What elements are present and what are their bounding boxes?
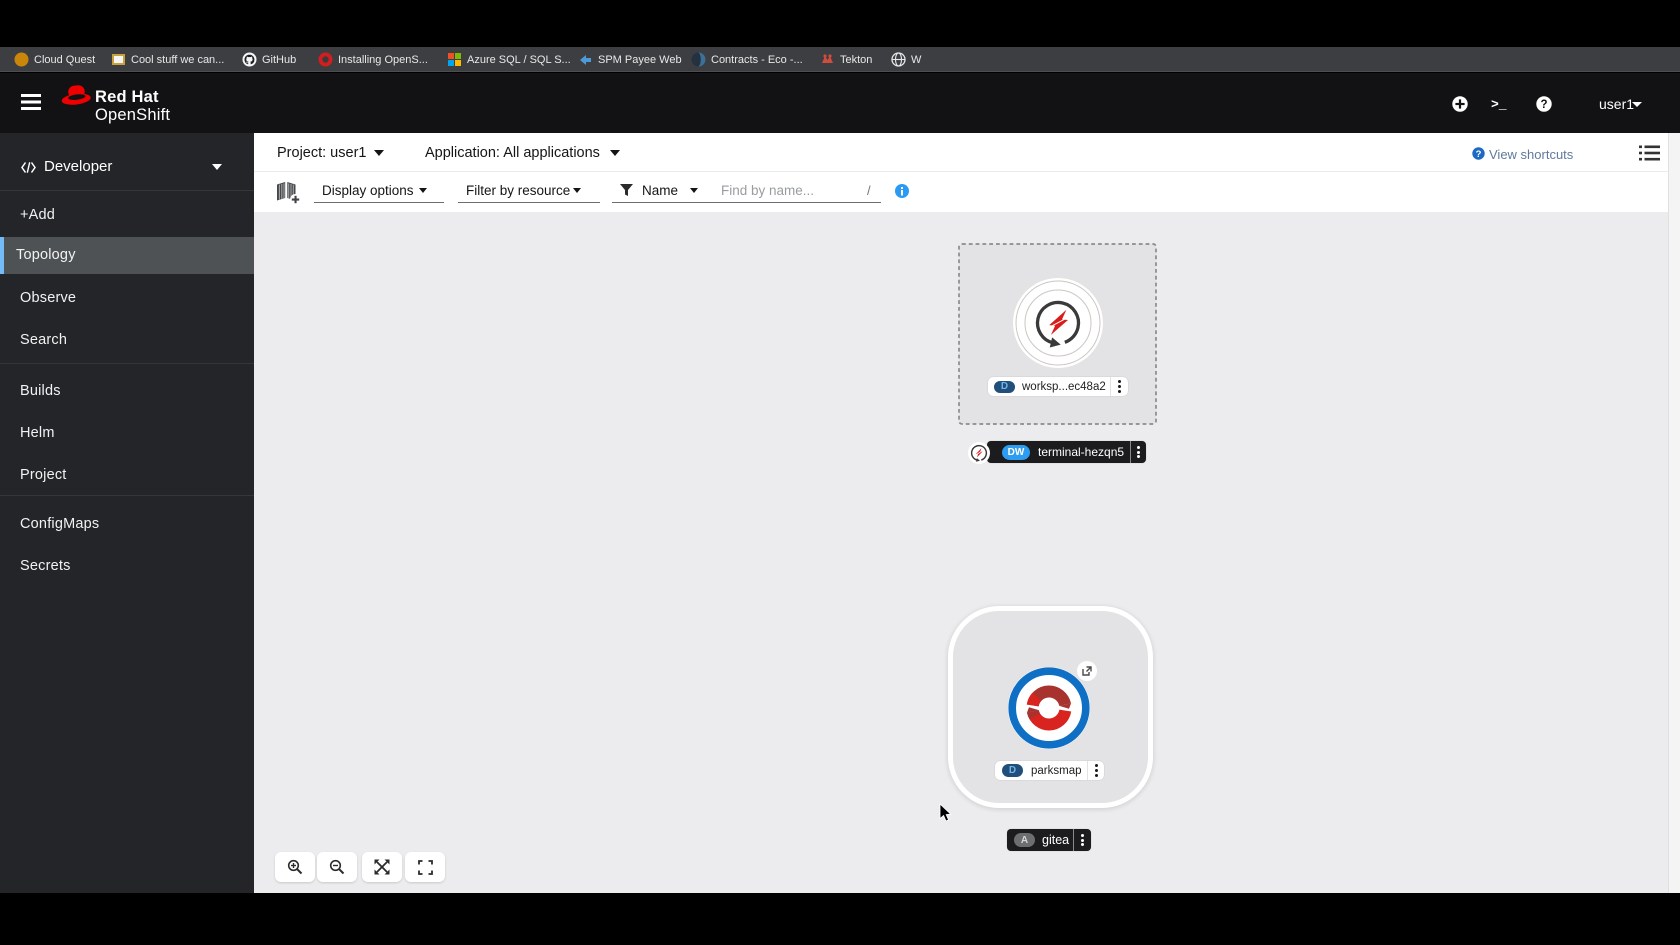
svg-text:?: ? xyxy=(1476,149,1482,160)
svg-text:?: ? xyxy=(1540,99,1547,111)
